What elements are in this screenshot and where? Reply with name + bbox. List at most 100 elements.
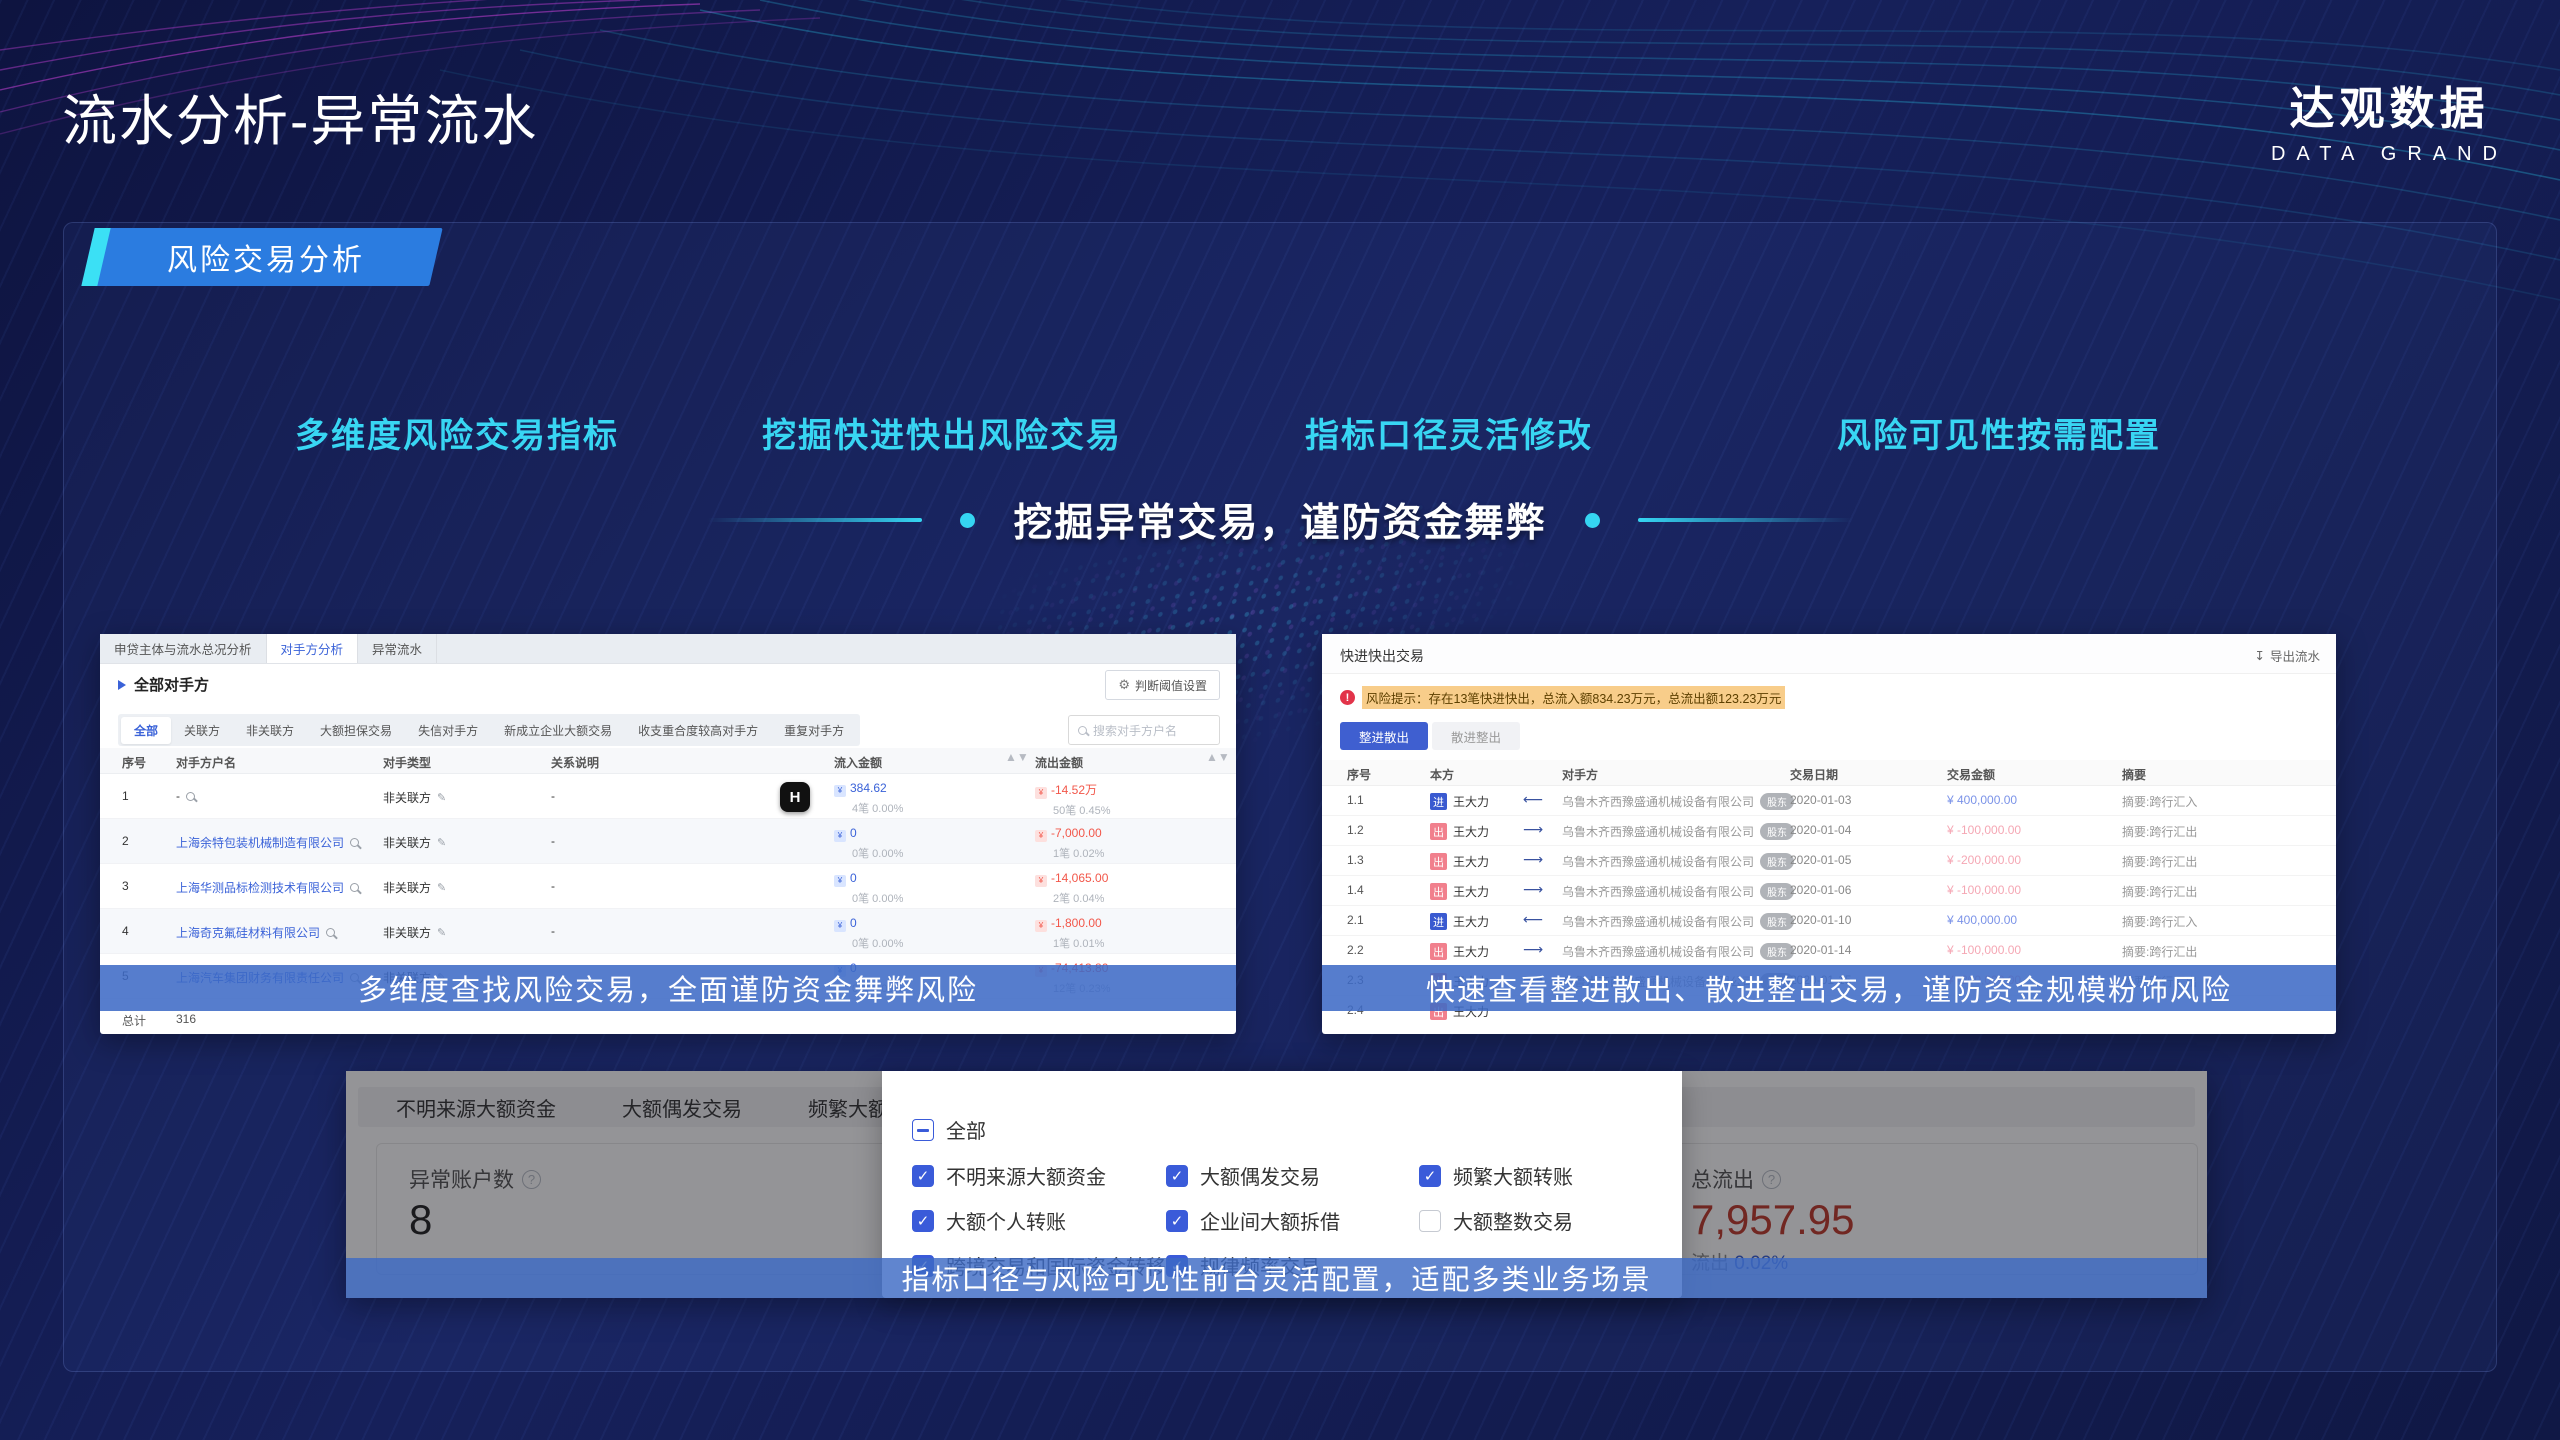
edit-icon[interactable]: ✎ xyxy=(437,836,446,849)
table-row[interactable]: 4 上海奇克氟硅材料有限公司 非关联方✎ - ¥0 0笔 0.00% ¥-1,8… xyxy=(100,909,1236,954)
table-row[interactable]: 2.2 出王大力 ⟶ 乌鲁木齐西豫盛通机械设备有限公司股东 2020-01-14… xyxy=(1322,936,2336,966)
checkbox-icon[interactable] xyxy=(912,1210,934,1232)
feature-label-3: 指标口径灵活修改 xyxy=(1305,408,1593,457)
option-large-round-number[interactable]: 大额整数交易 xyxy=(1419,1206,1573,1235)
gear-icon: ⚙ xyxy=(1118,677,1130,693)
filter-dishonest[interactable]: 失信对手方 xyxy=(405,717,491,744)
cell-name: 上海华测品标检测技术有限公司 xyxy=(176,879,359,896)
table-row[interactable]: 2 上海余特包装机械制造有限公司 非关联方✎ - ¥0 0笔 0.00% ¥-7… xyxy=(100,819,1236,864)
edit-icon[interactable]: ✎ xyxy=(437,926,446,939)
outflow-icon: ¥ xyxy=(1035,875,1047,887)
counterparty-tab-bar: 申贷主体与流水总况分析 对手方分析 异常流水 xyxy=(100,634,1236,664)
option-frequent-large-transfer[interactable]: 频繁大额转账 xyxy=(1419,1161,1573,1190)
cell-relation: - xyxy=(551,834,555,848)
counterparty-analysis-screenshot: 申贷主体与流水总况分析 对手方分析 异常流水 全部对手方 ⚙ 判断阈值设置 全部… xyxy=(100,634,1236,1034)
section-title: 全部对手方 xyxy=(134,674,209,695)
col-inflow: 流入金额 xyxy=(834,754,882,771)
cursor-badge-H: H xyxy=(780,782,810,812)
shareholder-tag: 股东 xyxy=(1760,823,1794,840)
cell-outflow: ¥-14,065.00 2笔 0.04% xyxy=(1035,871,1108,906)
option-unknown-source-funds[interactable]: 不明来源大额资金 xyxy=(912,1161,1106,1190)
col-no: 序号 xyxy=(1347,766,1371,783)
inflow-icon: ¥ xyxy=(834,785,846,797)
col-no: 序号 xyxy=(122,754,146,771)
cell-no: 1 xyxy=(122,789,129,803)
search-icon xyxy=(1078,726,1087,735)
cell-relation: - xyxy=(551,789,555,803)
filter-all[interactable]: 全部 xyxy=(121,717,171,744)
lookup-icon[interactable] xyxy=(326,928,335,937)
filter-unrelated[interactable]: 非关联方 xyxy=(233,717,307,744)
sort-outflow-icon[interactable]: ▲▼ xyxy=(1206,754,1230,761)
chevron-right-icon[interactable] xyxy=(118,680,126,690)
tab-counterparty-analysis[interactable]: 对手方分析 xyxy=(267,634,359,663)
mode-whole-in-scatter-out-button[interactable]: 整进散出 xyxy=(1340,722,1428,750)
counterparty-table-header: 序号 对手方户名 对手类型 关系说明 流入金额 流出金额 ▲▼ ▲▼ xyxy=(100,748,1236,774)
tab-abnormal-flow[interactable]: 异常流水 xyxy=(358,634,437,663)
lookup-icon[interactable] xyxy=(350,883,359,892)
option-large-occasional[interactable]: 大额偶发交易 xyxy=(1166,1161,1320,1190)
outflow-icon: ¥ xyxy=(1035,787,1047,799)
fastinout-table-header: 序号 本方 对手方 交易日期 交易金额 摘要 xyxy=(1322,760,2336,786)
download-icon: ↧ xyxy=(2255,648,2265,663)
filter-high-overlap[interactable]: 收支重合度较高对手方 xyxy=(625,717,771,744)
direction-out-badge: 出 xyxy=(1430,823,1447,840)
cell-inflow: ¥384.62 4笔 0.00% xyxy=(834,781,903,816)
cell-no: 2 xyxy=(122,834,129,848)
col-counterparty: 对手方 xyxy=(1562,766,1598,783)
table-row[interactable]: 1.4 出王大力 ⟶ 乌鲁木齐西豫盛通机械设备有限公司股东 2020-01-06… xyxy=(1322,876,2336,906)
brand-logo: 达观数据 DATA GRAND xyxy=(2271,72,2508,166)
flow-arrow-icon: ⟵ xyxy=(1510,911,1556,928)
option-all[interactable]: 全部 xyxy=(912,1115,986,1144)
checkbox-icon[interactable] xyxy=(1419,1165,1441,1187)
tab-loan-subject-overview[interactable]: 申贷主体与流水总况分析 xyxy=(100,634,267,663)
headline-row: 挖掘异常交易，谨防资金舞弊 xyxy=(0,492,2560,548)
sort-inflow-icon[interactable]: ▲▼ xyxy=(1005,754,1029,761)
counterparty-search-input[interactable]: 搜索对手方户名 xyxy=(1068,715,1220,745)
direction-out-badge: 出 xyxy=(1430,853,1447,870)
table-row[interactable]: 1.3 出王大力 ⟶ 乌鲁木齐西豫盛通机械设备有限公司股东 2020-01-05… xyxy=(1322,846,2336,876)
cell-name: 上海余特包装机械制造有限公司 xyxy=(176,834,359,851)
export-flow-button[interactable]: ↧ 导出流水 xyxy=(2255,646,2321,665)
lookup-icon[interactable] xyxy=(186,792,195,801)
edit-icon[interactable]: ✎ xyxy=(437,881,446,894)
table-row[interactable]: 1 - 非关联方 ✎ - ¥384.62 4笔 0.00% ¥-14.52万 5… xyxy=(100,774,1236,819)
checkbox-icon[interactable] xyxy=(1166,1165,1188,1187)
filter-large-guarantee[interactable]: 大额担保交易 xyxy=(307,717,405,744)
checkbox-icon[interactable] xyxy=(912,1165,934,1187)
cell-no: 4 xyxy=(122,924,129,938)
checkbox-icon[interactable] xyxy=(1166,1210,1188,1232)
table-row[interactable]: 1.2 出王大力 ⟶ 乌鲁木齐西豫盛通机械设备有限公司股东 2020-01-04… xyxy=(1322,816,2336,846)
col-name: 对手方户名 xyxy=(176,754,236,771)
col-outflow: 流出金额 xyxy=(1035,754,1083,771)
flow-arrow-icon: ⟵ xyxy=(1510,791,1556,808)
shareholder-tag: 股东 xyxy=(1760,793,1794,810)
direction-in-badge: 进 xyxy=(1430,793,1447,810)
flow-arrow-icon: ⟶ xyxy=(1510,851,1556,868)
checkbox-indeterminate-icon[interactable] xyxy=(912,1119,934,1141)
filter-duplicate[interactable]: 重复对手方 xyxy=(771,717,857,744)
inflow-icon: ¥ xyxy=(834,875,846,887)
section-all-counterparties: 全部对手方 xyxy=(118,674,209,695)
col-relation: 关系说明 xyxy=(551,754,599,771)
mode-scatter-in-whole-out-button[interactable]: 散进整出 xyxy=(1432,722,1520,750)
table-row[interactable]: 3 上海华测品标检测技术有限公司 非关联方✎ - ¥0 0笔 0.00% ¥-1… xyxy=(100,864,1236,909)
lookup-icon[interactable] xyxy=(350,838,359,847)
table-row[interactable]: 1.1 进王大力 ⟵ 乌鲁木齐西豫盛通机械设备有限公司股东 2020-01-03… xyxy=(1322,786,2336,816)
direction-out-badge: 出 xyxy=(1430,883,1447,900)
outflow-icon: ¥ xyxy=(1035,920,1047,932)
filter-related[interactable]: 关联方 xyxy=(171,717,233,744)
threshold-settings-button[interactable]: ⚙ 判断阈值设置 xyxy=(1105,670,1220,700)
filter-new-company-large[interactable]: 新成立企业大额交易 xyxy=(491,717,625,744)
col-party: 本方 xyxy=(1430,766,1454,783)
caption-indicator-config: 指标口径与风险可见性前台灵活配置，适配多类业务场景 xyxy=(346,1258,2207,1298)
counterparty-filter-bar: 全部 关联方 非关联方 大额担保交易 失信对手方 新成立企业大额交易 收支重合度… xyxy=(118,714,860,746)
col-date: 交易日期 xyxy=(1790,766,1838,783)
option-large-personal-transfer[interactable]: 大额个人转账 xyxy=(912,1206,1066,1235)
checkbox-icon[interactable] xyxy=(1419,1210,1441,1232)
table-row[interactable]: 2.1 进王大力 ⟵ 乌鲁木齐西豫盛通机械设备有限公司股东 2020-01-10… xyxy=(1322,906,2336,936)
feature-label-4: 风险可见性按需配置 xyxy=(1837,408,2161,457)
edit-icon[interactable]: ✎ xyxy=(437,791,446,804)
caption-fastinout: 快速查看整进散出、散进整出交易，谨防资金规模粉饰风险 xyxy=(1322,965,2336,1011)
option-inter-company-lending[interactable]: 企业间大额拆借 xyxy=(1166,1206,1340,1235)
